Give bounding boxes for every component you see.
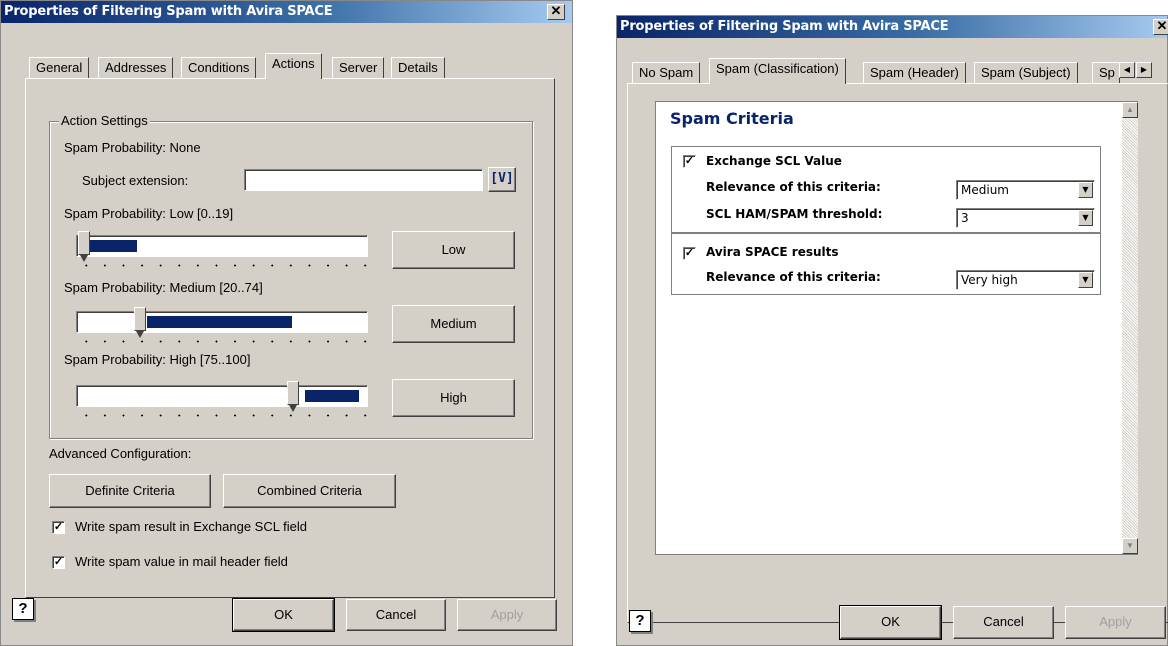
right-title-bar[interactable]: Properties of Filtering Spam with Avira … <box>617 16 1168 38</box>
low-slider-track[interactable] <box>76 235 368 257</box>
advanced-config-label: Advanced Configuration: <box>49 446 192 461</box>
scroll-up-button[interactable]: ▲ <box>1122 102 1138 118</box>
tab-scroll-left-button[interactable]: ◀ <box>1119 62 1135 78</box>
tab-general[interactable]: General <box>29 57 90 79</box>
header-field-checkbox[interactable]: ✓ <box>52 556 65 569</box>
medium-slider-ticks <box>77 340 367 343</box>
right-dialog: Properties of Filtering Spam with Avira … <box>616 15 1168 646</box>
prob-medium-label: Spam Probability: Medium [20..74] <box>64 280 263 295</box>
left-apply-button[interactable]: Apply <box>457 599 557 631</box>
avira-space-label: Avira SPACE results <box>706 245 839 259</box>
low-slider-ticks <box>77 264 367 267</box>
prob-none-label: Spam Probability: None <box>64 140 201 155</box>
tab-server[interactable]: Server <box>332 57 385 79</box>
combined-criteria-button[interactable]: Combined Criteria <box>223 474 396 508</box>
threshold-dropdown[interactable]: 3 ▼ <box>956 208 1095 228</box>
high-slider-track[interactable] <box>76 385 368 407</box>
tab-addresses[interactable]: Addresses <box>98 57 174 79</box>
high-slider-ticks <box>77 414 367 417</box>
tab-conditions[interactable]: Conditions <box>181 57 257 79</box>
avira-space-checkbox[interactable]: ✓ <box>683 247 696 260</box>
left-help-icon[interactable]: ? <box>12 598 34 620</box>
scl-field-checkbox[interactable]: ✓ <box>52 521 65 534</box>
medium-slider-track[interactable] <box>76 311 368 333</box>
threshold-label: SCL HAM/SPAM threshold: <box>706 207 883 221</box>
scl-field-label: Write spam result in Exchange SCL field <box>75 519 307 534</box>
subject-extension-input[interactable] <box>244 169 483 191</box>
tab-spam-header[interactable]: Spam (Header) <box>863 62 966 84</box>
action-settings-legend: Action Settings <box>59 113 150 128</box>
variable-button[interactable]: [V] <box>488 167 516 192</box>
high-slider-fill <box>305 390 359 402</box>
right-apply-button[interactable]: Apply <box>1065 606 1166 639</box>
avira-relevance-label: Relevance of this criteria: <box>706 270 881 284</box>
exchange-scl-checkbox[interactable]: ✓ <box>683 155 696 168</box>
medium-slider-thumb[interactable] <box>134 307 146 338</box>
left-title-bar[interactable]: Properties of Filtering Spam with Avira … <box>1 1 572 23</box>
left-cancel-button[interactable]: Cancel <box>346 599 446 631</box>
definite-criteria-button[interactable]: Definite Criteria <box>49 474 211 508</box>
tab-details[interactable]: Details <box>391 57 445 79</box>
chevron-down-icon: ▼ <box>1078 210 1093 226</box>
left-window-title: Properties of Filtering Spam with Avira … <box>4 4 333 19</box>
prob-high-label: Spam Probability: High [75..100] <box>64 352 251 367</box>
chevron-down-icon: ▼ <box>1078 272 1093 288</box>
right-help-icon[interactable]: ? <box>629 610 651 632</box>
high-slider-thumb[interactable] <box>287 381 299 412</box>
spam-criteria-heading: Spam Criteria <box>670 109 794 128</box>
avira-relevance-dropdown[interactable]: Very high ▼ <box>956 270 1095 290</box>
subject-extension-label: Subject extension: <box>82 173 189 188</box>
exchange-relevance-dropdown[interactable]: Medium ▼ <box>956 180 1095 200</box>
tab-scroll-right-button[interactable]: ▶ <box>1136 62 1152 78</box>
chevron-down-icon: ▼ <box>1078 182 1093 198</box>
low-slider-thumb[interactable] <box>78 231 90 262</box>
low-slider-fill <box>89 240 137 252</box>
tab-spam-subject[interactable]: Spam (Subject) <box>974 62 1078 84</box>
exchange-relevance-label: Relevance of this criteria: <box>706 180 881 194</box>
header-field-label: Write spam value in mail header field <box>75 554 288 569</box>
right-close-button[interactable]: ✕ <box>1153 19 1168 35</box>
left-dialog: Properties of Filtering Spam with Avira … <box>0 0 573 646</box>
medium-slider-fill <box>147 316 292 328</box>
high-button[interactable]: High <box>392 379 515 417</box>
scroll-down-button[interactable]: ▼ <box>1122 538 1138 554</box>
low-button[interactable]: Low <box>392 231 515 269</box>
tab-actions[interactable]: Actions <box>265 53 322 79</box>
right-cancel-button[interactable]: Cancel <box>953 606 1054 639</box>
exchange-scl-label: Exchange SCL Value <box>706 154 842 168</box>
tab-no-spam[interactable]: No Spam <box>632 62 701 84</box>
tab-spam-classification[interactable]: Spam (Classification) <box>709 58 846 84</box>
left-close-button[interactable]: ✕ <box>547 4 565 20</box>
right-window-title: Properties of Filtering Spam with Avira … <box>620 19 949 34</box>
tab-sp-truncated[interactable]: Sp <box>1092 62 1120 84</box>
right-ok-button[interactable]: OK <box>839 605 942 640</box>
criteria-scrollbar[interactable] <box>1122 102 1138 554</box>
prob-low-label: Spam Probability: Low [0..19] <box>64 206 234 221</box>
medium-button[interactable]: Medium <box>392 305 515 343</box>
left-ok-button[interactable]: OK <box>232 598 335 632</box>
